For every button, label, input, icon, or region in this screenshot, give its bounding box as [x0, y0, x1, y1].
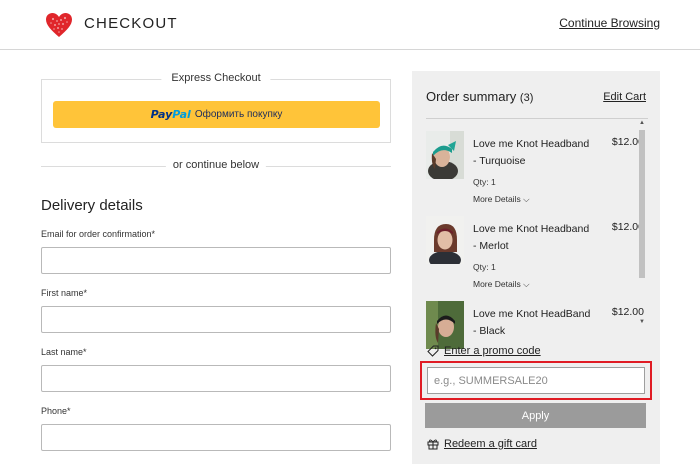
paypal-logo-icon: PayPal	[151, 108, 191, 121]
cart-items-list[interactable]: Love me Knot Headband - Turquoise $12.00…	[424, 126, 646, 398]
edit-cart-link[interactable]: Edit Cart	[603, 91, 646, 103]
more-details-toggle[interactable]: More Details ⌵	[473, 194, 530, 205]
item-quantity: Qty: 1	[473, 262, 496, 272]
checkout-title: CHECKOUT	[84, 15, 178, 32]
last-name-label: Last name*	[41, 347, 87, 357]
continue-browsing-link[interactable]: Continue Browsing	[559, 16, 660, 30]
chevron-down-icon: ⌵	[523, 279, 530, 289]
cart-items-scrollbar[interactable]: ▲ ▼	[638, 120, 646, 327]
email-label: Email for order confirmation*	[41, 229, 156, 239]
product-thumbnail-turquoise	[426, 131, 464, 179]
apply-button[interactable]: Apply	[425, 403, 646, 428]
first-name-field[interactable]	[41, 306, 391, 333]
more-details-label: More Details	[473, 194, 521, 204]
scroll-down-arrow-icon[interactable]: ▼	[639, 319, 645, 325]
enter-promo-code-link[interactable]: Enter a promo code	[427, 345, 541, 357]
first-name-label: First name*	[41, 288, 88, 298]
delivery-details-heading: Delivery details	[41, 197, 143, 214]
continue-below-divider: or continue below	[41, 159, 391, 173]
tag-icon	[427, 345, 439, 357]
divider-label: or continue below	[165, 159, 267, 171]
chevron-down-icon: ⌵	[523, 194, 530, 204]
email-field[interactable]	[41, 247, 391, 274]
item-name: Love me Knot Headband - Turquoise	[473, 138, 590, 167]
gift-icon	[427, 439, 439, 450]
paypal-button-label: Оформить покупку	[194, 109, 283, 120]
promo-link-label: Enter a promo code	[444, 345, 541, 357]
page-header: CHECKOUT Continue Browsing	[0, 0, 700, 50]
express-checkout-title: Express Checkout	[161, 72, 271, 84]
order-summary-count: (3)	[519, 92, 534, 104]
paypal-logo-pay: Pay	[150, 108, 173, 121]
paypal-button[interactable]: PayPal Оформить покупку	[53, 101, 380, 128]
more-details-label: More Details	[473, 279, 521, 289]
redeem-gift-card-link[interactable]: Redeem a gift card	[427, 438, 537, 450]
product-thumbnail-merlot	[426, 216, 464, 264]
item-name: Love me Knot Headband - Merlot	[473, 223, 590, 252]
summary-separator	[426, 118, 648, 119]
express-checkout-section: Express Checkout PayPal Оформить покупку	[41, 72, 391, 143]
last-name-field[interactable]	[41, 365, 391, 392]
order-summary-title: Order summary (3)	[426, 89, 533, 104]
promo-code-highlight	[420, 361, 652, 400]
gift-card-link-label: Redeem a gift card	[444, 438, 537, 450]
paypal-logo-pal: Pal	[172, 108, 191, 121]
scrollbar-thumb[interactable]	[639, 130, 645, 278]
scroll-up-arrow-icon[interactable]: ▲	[639, 120, 645, 126]
phone-label: Phone*	[41, 406, 71, 416]
order-summary-label: Order summary	[426, 89, 517, 104]
item-name: Love me Knot HeadBand - Black	[473, 308, 591, 337]
product-thumbnail-black	[426, 301, 464, 349]
item-quantity: Qty: 1	[473, 177, 496, 187]
more-details-toggle[interactable]: More Details ⌵	[473, 279, 530, 290]
phone-field[interactable]	[41, 424, 391, 451]
heart-logo-icon	[46, 13, 72, 37]
promo-code-input[interactable]	[427, 367, 645, 394]
